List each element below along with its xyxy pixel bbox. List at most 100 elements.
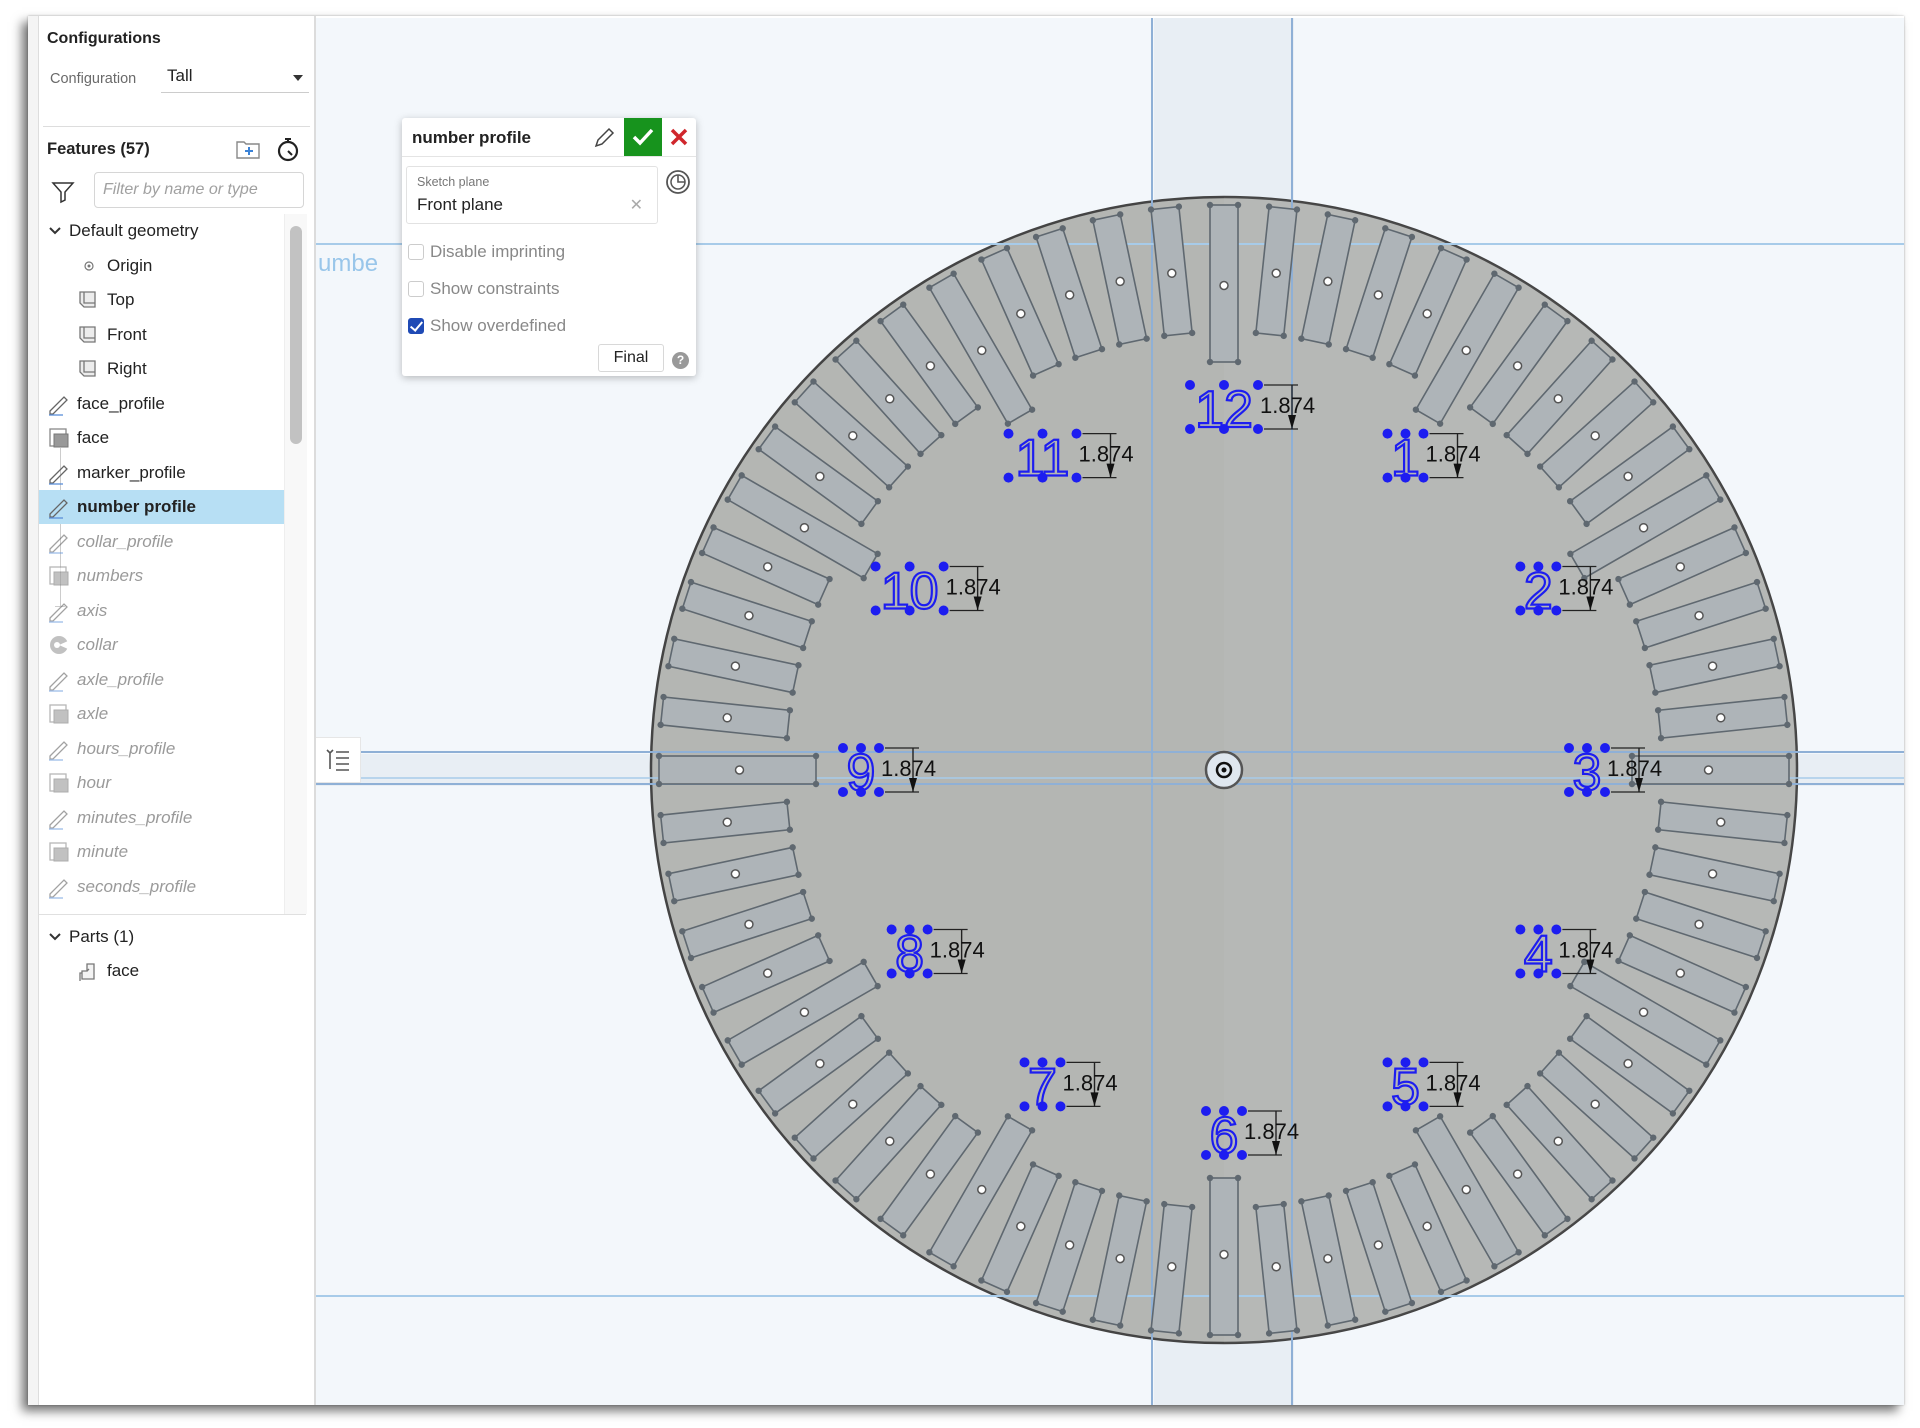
confirm-button[interactable] [624, 118, 662, 156]
sketch-plane-field[interactable]: Sketch plane Front plane ✕ [406, 166, 658, 224]
tree-item-face[interactable]: face [39, 421, 284, 455]
pencil-icon[interactable] [592, 126, 616, 150]
history-icon[interactable] [664, 168, 692, 196]
disable-imprinting-checkbox[interactable] [408, 244, 424, 260]
tree-item-collar-profile[interactable]: collar_profile [39, 525, 284, 559]
text-vertex [1071, 428, 1082, 439]
sketch-icon [49, 809, 68, 830]
show-overdefined-label: Show overdefined [430, 316, 567, 335]
text-vertex [1515, 968, 1526, 979]
show-overdefined-checkbox[interactable] [408, 318, 424, 334]
configuration-select[interactable]: Tall [161, 64, 309, 93]
marker-vertex [1206, 1331, 1214, 1339]
show-constraints-checkbox[interactable] [408, 281, 424, 297]
stopwatch-icon[interactable] [275, 136, 301, 162]
feature-list-toggle[interactable] [316, 737, 361, 783]
text-vertex [1003, 472, 1014, 483]
extrude-icon [49, 428, 69, 448]
text-vertex [856, 743, 866, 753]
chevron-down-icon [49, 227, 61, 235]
text-vertex [1418, 472, 1429, 483]
scrollbar-thumb[interactable] [290, 226, 302, 444]
text-vertex [1219, 1106, 1229, 1116]
text-vertex [1185, 424, 1195, 434]
feature-sidebar: Configurations Configuration Tall Featur… [39, 16, 316, 1405]
feature-tree: Default geometry Origin Top Front Right face_… [39, 214, 284, 914]
marker-center-point [1707, 661, 1718, 671]
text-vertex [1515, 924, 1526, 935]
tree-item-axle-profile[interactable]: axle_profile [39, 663, 284, 697]
marker-vertex [1628, 780, 1636, 788]
tree-item-minutes-profile[interactable]: minutes_profile [39, 801, 284, 835]
part-item[interactable]: face [77, 954, 322, 988]
marker-center-point [730, 661, 741, 671]
sketch-icon [49, 395, 68, 416]
dimension-value: 1.874 [1079, 442, 1134, 467]
sketch-icon [49, 464, 68, 485]
tree-item-label: number profile [77, 497, 197, 516]
show-constraints-option[interactable]: Show constraints [408, 279, 559, 299]
text-vertex [1400, 472, 1411, 483]
tree-item-right[interactable]: Right [39, 352, 284, 386]
dimension-value: 1.874 [1607, 756, 1662, 781]
folder-plus-icon[interactable] [235, 138, 261, 160]
text-vertex [1515, 561, 1526, 572]
text-vertex [886, 968, 897, 979]
help-icon[interactable]: ? [672, 352, 689, 369]
plane-icon [79, 360, 96, 377]
text-vertex [938, 605, 949, 616]
default-geometry-header[interactable]: Default geometry [39, 214, 284, 248]
dimension-value: 1.874 [930, 938, 985, 963]
parts-header[interactable]: Parts (1) [47, 920, 292, 954]
configuration-value: Tall [167, 66, 193, 85]
tree-item-minute[interactable]: minute [39, 835, 284, 869]
text-vertex [1253, 380, 1263, 390]
marker-vertex [1234, 358, 1242, 366]
marker-center-point [1271, 268, 1281, 278]
tree-item-origin[interactable]: Origin [39, 249, 284, 283]
final-button[interactable]: Final [598, 344, 664, 372]
marker-vertex [1234, 201, 1242, 209]
dimension-value: 1.874 [1260, 393, 1315, 418]
onshape-window: Configurations Configuration Tall Featur… [28, 16, 1904, 1405]
tree-item-hours-profile[interactable]: hours_profile [39, 732, 284, 766]
tree-item-numbers[interactable]: numbers [39, 559, 284, 593]
features-title: Features (57) [47, 140, 150, 158]
cancel-icon[interactable] [666, 124, 692, 150]
text-vertex [1564, 743, 1574, 753]
text-vertex [1055, 1101, 1066, 1112]
text-vertex [870, 605, 881, 616]
tree-item-label: marker_profile [77, 462, 186, 482]
tree-item-collar[interactable]: collar [39, 628, 284, 662]
tree-item-label: Origin [107, 255, 153, 275]
extrude-icon [49, 704, 69, 724]
marker-vertex [1785, 752, 1793, 760]
dimension-value: 1.874 [1558, 938, 1613, 963]
tree-item-front[interactable]: Front [39, 318, 284, 352]
tree-item-number-profile[interactable]: number profile [39, 490, 284, 524]
tree-item-face-profile[interactable]: face_profile [39, 387, 284, 421]
show-overdefined-option[interactable]: Show overdefined [408, 316, 566, 336]
feature-tree-scrollbar[interactable] [284, 214, 307, 914]
sketch-plane-caption: Sketch plane [417, 175, 490, 189]
filter-input[interactable] [94, 172, 304, 208]
text-vertex [856, 787, 866, 797]
text-vertex [1382, 428, 1393, 439]
text-vertex [1219, 380, 1229, 390]
filter-icon[interactable] [51, 180, 75, 204]
marker-center-point [1323, 276, 1333, 287]
tree-item-top[interactable]: Top [39, 283, 284, 317]
dimension-value: 1.874 [881, 756, 936, 781]
dimension-value: 1.874 [946, 575, 1001, 600]
disable-imprinting-option[interactable]: Disable imprinting [408, 242, 565, 262]
tree-item-marker-profile[interactable]: marker_profile [39, 456, 284, 490]
tree-item-axis[interactable]: axis [39, 594, 284, 628]
tree-item-seconds-profile[interactable]: seconds_profile [39, 870, 284, 904]
tree-item-hour[interactable]: hour [39, 766, 284, 800]
tree-item-label: face_profile [77, 393, 165, 413]
tree-item-axle[interactable]: axle [39, 697, 284, 731]
clear-icon[interactable]: ✕ [630, 195, 643, 215]
plane-icon [79, 325, 96, 343]
revolve-icon [50, 636, 68, 654]
marker-center-point [1271, 1262, 1281, 1272]
